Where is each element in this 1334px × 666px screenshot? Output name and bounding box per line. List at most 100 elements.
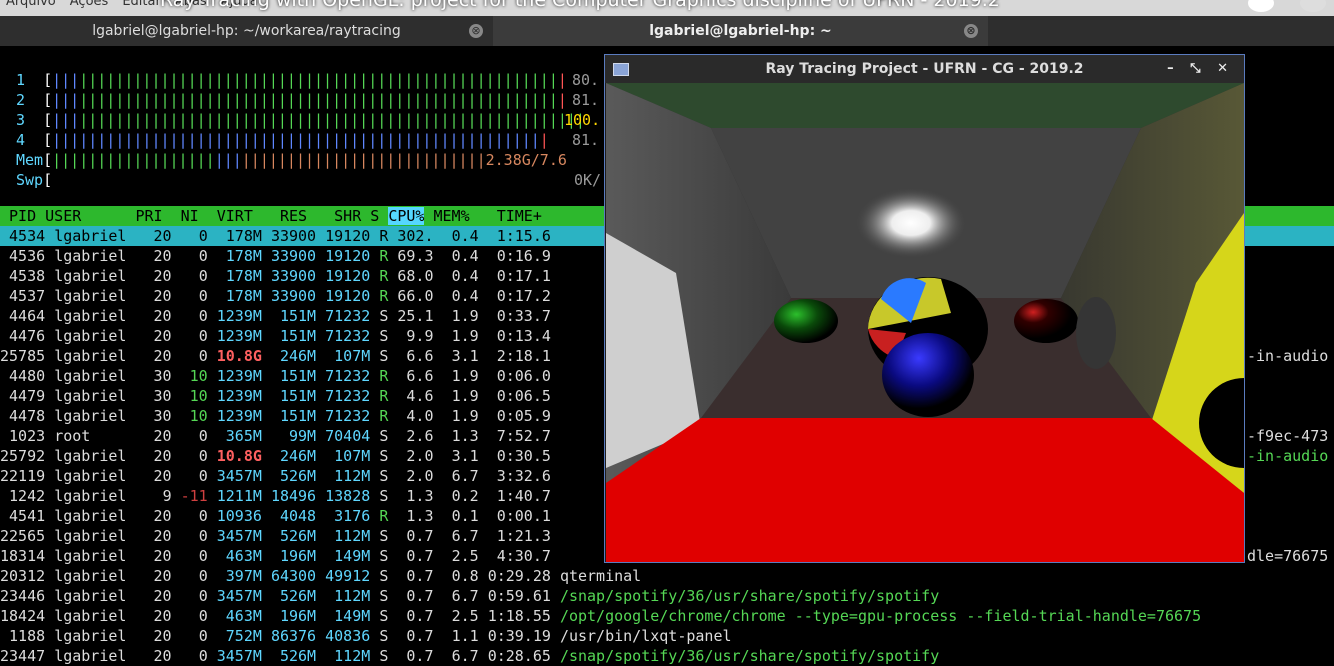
window-controls[interactable]: – ⤡ ✕ <box>1167 55 1234 83</box>
header-columns[interactable]: MEM% TIME+ <box>424 207 541 225</box>
process-row[interactable]: 4541 lgabriel 20 0 10936 4048 3176 R 1.3… <box>0 506 560 526</box>
value-cpu: 0.7 <box>406 627 434 645</box>
close-icon[interactable]: ⊗ <box>964 24 978 38</box>
cell-virt: 1239M <box>217 307 271 325</box>
cell-pri: 30 <box>145 407 181 425</box>
process-row[interactable]: 20312 lgabriel 20 0 397M 64300 49912 S 0… <box>0 566 641 586</box>
process-row[interactable]: 22565 lgabriel 20 0 3457M 526M 112M S 0.… <box>0 526 560 546</box>
menu-item[interactable]: Ações <box>70 0 109 9</box>
process-row[interactable]: 1242 lgabriel 9 -11 1211M 18496 13828 S … <box>0 486 560 506</box>
video-title: Ray Tracing with OpenGL: project for the… <box>160 0 1000 11</box>
value-cpu: 69.3 <box>397 247 434 265</box>
cell-pri: 20 <box>145 447 181 465</box>
value-s: S <box>379 347 389 365</box>
process-row[interactable]: 23446 lgabriel 20 0 3457M 526M 112M S 0.… <box>0 586 939 606</box>
memory-label: Mem <box>16 151 44 169</box>
cell-res: 151M <box>271 387 325 405</box>
menu-item[interactable]: Editar <box>122 0 161 9</box>
value-ni: 0 <box>198 447 208 465</box>
process-row[interactable]: 4536 lgabriel 20 0 178M 33900 19120 R 69… <box>0 246 560 266</box>
bar-open: [ <box>43 151 53 169</box>
value-time: 1:40.7 <box>496 487 551 505</box>
value-s: R <box>379 267 389 285</box>
value-shr: 3176 <box>334 507 371 525</box>
window-titlebar[interactable]: Ray Tracing Project - UFRN - CG - 2019.2… <box>605 55 1244 83</box>
process-row[interactable]: 1023 root 20 0 365M 99M 70404 S 2.6 1.3 … <box>0 426 560 446</box>
process-row[interactable]: 4537 lgabriel 20 0 178M 33900 19120 R 66… <box>0 286 560 306</box>
cell-pri: 20 <box>145 267 181 285</box>
value-ni: 0 <box>198 247 208 265</box>
menu-item[interactable]: Arquivo <box>6 0 56 9</box>
process-row[interactable]: 18314 lgabriel 20 0 463M 196M 149M S 0.7… <box>0 546 560 566</box>
value-res: 151M <box>279 367 317 385</box>
process-row[interactable]: 25785 lgabriel 20 0 10.8G 246M 107M S 6.… <box>0 346 560 366</box>
share-icon[interactable] <box>1300 0 1326 12</box>
clock-icon[interactable] <box>1248 0 1274 12</box>
cell-s: R <box>379 267 397 285</box>
cell-cpu: 4.0 <box>397 407 442 425</box>
value-s: S <box>379 427 389 445</box>
process-row[interactable]: 23447 lgabriel 20 0 3457M 526M 112M S 0.… <box>0 646 939 666</box>
value-user: lgabriel <box>54 527 127 545</box>
cpu-number: 2 <box>16 91 26 109</box>
cell-res: 526M <box>271 527 325 545</box>
value-s: S <box>379 587 389 605</box>
process-row[interactable]: 4478 lgabriel 30 10 1239M 151M 71232 R 4… <box>0 406 560 426</box>
value-virt: 178M <box>225 287 262 305</box>
swap-meter: Swp[0K/ <box>16 170 601 190</box>
value-mem: 6.7 <box>451 527 479 545</box>
cell-user: lgabriel <box>54 467 144 485</box>
sort-column-cpu[interactable]: CPU% <box>388 207 425 225</box>
process-row[interactable]: 4480 lgabriel 30 10 1239M 151M 71232 R 6… <box>0 366 560 386</box>
process-row[interactable]: 4538 lgabriel 20 0 178M 33900 19120 R 68… <box>0 266 560 286</box>
tab-raytracing[interactable]: lgabriel@lgabriel-hp: ~/workarea/raytrac… <box>0 16 493 46</box>
cell-res: 246M <box>271 447 325 465</box>
value-cpu: 4.0 <box>406 407 434 425</box>
value-pid: 1242 <box>0 487 46 505</box>
value-res: 33900 <box>270 227 317 245</box>
value-virt: 1239M <box>216 327 262 345</box>
cell-pid: 4541 <box>0 507 54 525</box>
value-pri: 20 <box>153 447 172 465</box>
process-row[interactable]: 22119 lgabriel 20 0 3457M 526M 112M S 2.… <box>0 466 560 486</box>
cell-pid: 4537 <box>0 287 54 305</box>
header-columns[interactable]: PID USER PRI NI VIRT RES SHR S <box>0 207 388 225</box>
swap-label: Swp <box>16 171 44 189</box>
cell-pri: 20 <box>145 307 181 325</box>
value-time: 0:30.5 <box>496 447 551 465</box>
value-pri: 9 <box>162 487 172 505</box>
value-pid: 25792 <box>0 447 46 465</box>
close-icon[interactable]: ⊗ <box>469 24 483 38</box>
value-time: 0:13.4 <box>496 327 551 345</box>
value-cpu: 0.7 <box>406 587 434 605</box>
value-time: 0:06.0 <box>496 367 551 385</box>
value-user: lgabriel <box>54 567 127 585</box>
value-time: 1:18.55 <box>487 607 551 625</box>
value-virt: 463M <box>225 607 262 625</box>
cell-user: lgabriel <box>54 627 144 645</box>
process-row[interactable]: 18424 lgabriel 20 0 463M 196M 149M S 0.7… <box>0 606 1201 626</box>
value-res: 18496 <box>270 487 317 505</box>
value-mem: 0.8 <box>451 567 479 585</box>
cell-s: R <box>379 407 397 425</box>
process-row[interactable]: 4464 lgabriel 20 0 1239M 151M 71232 S 25… <box>0 306 560 326</box>
tab-home[interactable]: lgabriel@lgabriel-hp: ~ ⊗ <box>493 16 988 48</box>
value-s: S <box>379 307 389 325</box>
cell-cpu: 0.7 <box>397 647 442 665</box>
value-pri: 20 <box>153 627 172 645</box>
value-cpu: 0.7 <box>406 647 434 665</box>
cell-cpu: 4.6 <box>397 387 442 405</box>
process-row[interactable]: 4479 lgabriel 30 10 1239M 151M 71232 R 4… <box>0 386 560 406</box>
value-user: lgabriel <box>54 407 127 425</box>
value-s: R <box>379 367 389 385</box>
process-row[interactable]: 25792 lgabriel 20 0 10.8G 246M 107M S 2.… <box>0 446 560 466</box>
cell-time: 1:15.6 <box>488 227 560 245</box>
cell-mem: 3.1 <box>443 347 488 365</box>
value-s: S <box>379 647 389 665</box>
value-ni: 0 <box>198 287 208 305</box>
raytracing-window[interactable]: Ray Tracing Project - UFRN - CG - 2019.2… <box>604 54 1245 563</box>
process-row[interactable]: 4476 lgabriel 20 0 1239M 151M 71232 S 9.… <box>0 326 560 346</box>
process-row[interactable]: 1188 lgabriel 20 0 752M 86376 40836 S 0.… <box>0 626 732 646</box>
cell-shr: 49912 <box>325 567 379 585</box>
value-pid: 4536 <box>0 247 46 265</box>
